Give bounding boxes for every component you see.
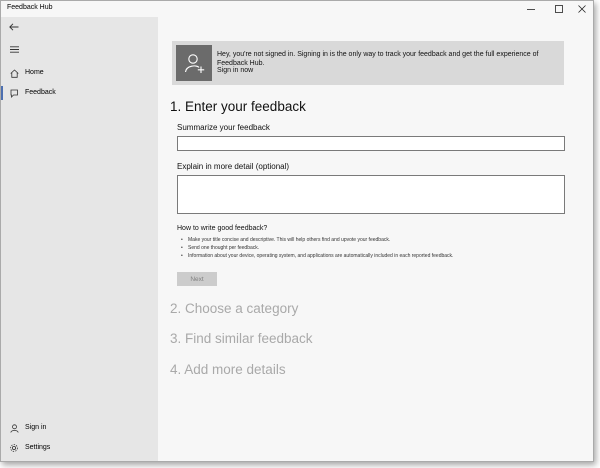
step-2-heading: 2. Choose a category (170, 301, 299, 316)
main-content: Hey, you're not signed in. Signing in is… (158, 17, 593, 461)
selected-indicator (1, 86, 3, 100)
sidebar: Home Feedback Sign in Settings (1, 17, 158, 461)
sidebar-item-feedback[interactable]: Feedback (1, 84, 158, 102)
tips-heading: How to write good feedback? (177, 225, 268, 232)
close-icon (578, 5, 586, 13)
close-button[interactable] (569, 1, 593, 17)
title-bar: Feedback Hub (1, 1, 593, 17)
summary-input[interactable] (177, 136, 565, 151)
minimize-button[interactable] (518, 1, 544, 17)
back-button[interactable] (7, 20, 21, 34)
minimize-icon (527, 9, 535, 10)
back-arrow-icon (9, 23, 19, 31)
step-4-heading: 4. Add more details (170, 362, 286, 377)
hamburger-menu-icon (9, 45, 19, 53)
sidebar-item-label: Feedback (25, 89, 56, 96)
step-3-heading: 3. Find similar feedback (170, 331, 313, 346)
person-icon (7, 421, 21, 435)
sidebar-item-label: Home (25, 69, 44, 76)
window-title: Feedback Hub (7, 4, 53, 11)
banner-message: Hey, you're not signed in. Signing in is… (217, 51, 539, 67)
sidebar-item-sign-in[interactable]: Sign in (1, 419, 158, 437)
sign-in-banner: Hey, you're not signed in. Signing in is… (172, 41, 564, 85)
tip-item: • Information about your device, operatin… (181, 253, 454, 259)
sign-in-link[interactable]: Sign in now (217, 67, 253, 74)
sidebar-item-label: Sign in (25, 424, 47, 431)
feedback-icon (7, 86, 21, 100)
detail-textarea[interactable] (177, 175, 565, 214)
gear-icon (7, 441, 21, 455)
summary-label: Summarize your feedback (177, 123, 270, 132)
home-icon (7, 66, 21, 80)
tip-item: • Send one thought per feedback. (181, 245, 260, 251)
feedback-hub-window: Feedback Hub Home Feedback Sign in Setti… (0, 0, 594, 462)
add-user-icon (176, 45, 212, 81)
detail-label: Explain in more detail (optional) (177, 162, 290, 171)
sidebar-item-settings[interactable]: Settings (1, 439, 158, 457)
sidebar-item-home[interactable]: Home (1, 64, 158, 82)
hamburger-menu-button[interactable] (7, 42, 21, 56)
sidebar-item-label: Settings (25, 444, 51, 451)
tip-item: • Make your title concise and descriptive… (181, 237, 391, 243)
next-button[interactable]: Next (177, 272, 217, 286)
step-1-heading: 1. Enter your feedback (170, 99, 306, 114)
maximize-icon (555, 5, 563, 13)
